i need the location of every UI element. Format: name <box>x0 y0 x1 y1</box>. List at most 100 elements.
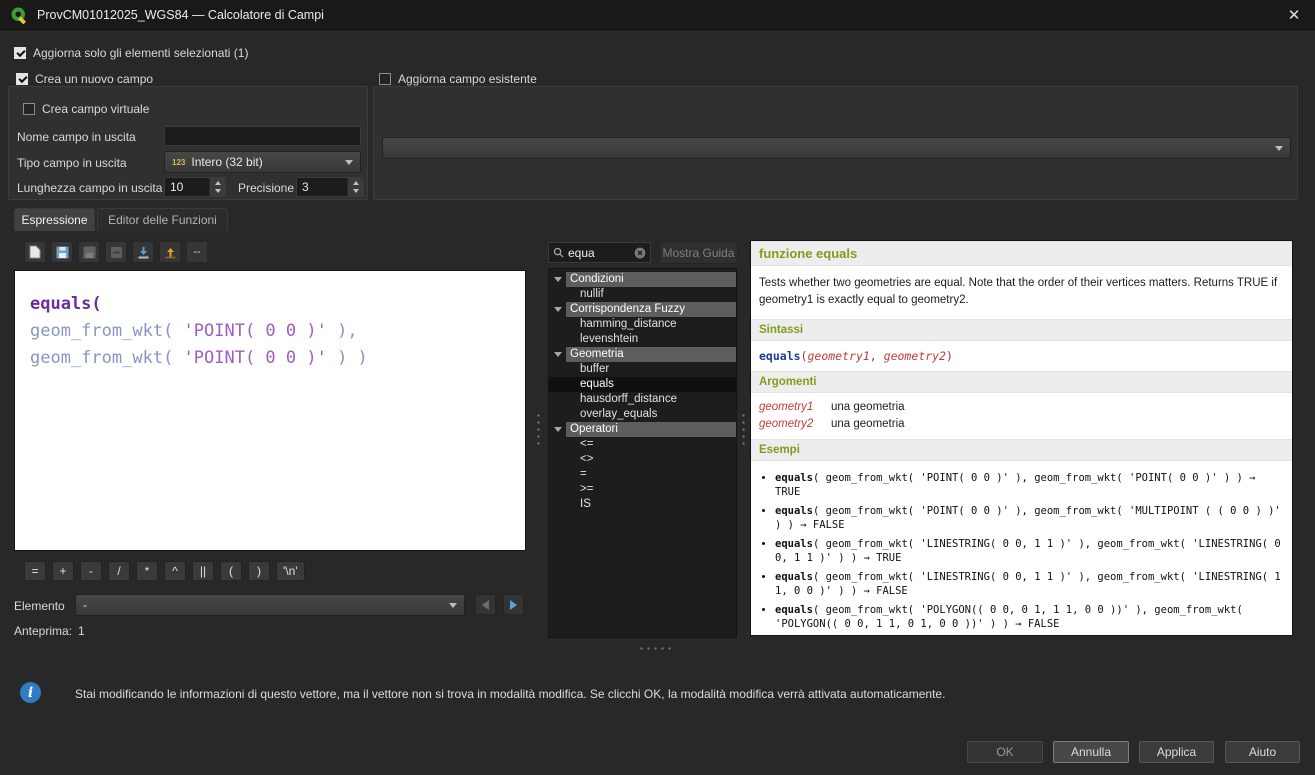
tree-item-eq[interactable]: = <box>549 467 736 482</box>
example-code: ( geom_from_wkt( 'LINESTRING( 0 0, 1 1 )… <box>775 571 1281 598</box>
tree-item-levenshtein[interactable]: levenshtein <box>549 332 736 347</box>
checkbox-unchecked-icon <box>379 73 391 85</box>
close-icon[interactable]: ✕ <box>1283 6 1305 24</box>
tree-group-corrispondenza-fuzzy[interactable]: Corrispondenza Fuzzy <box>549 302 736 317</box>
argument-name: geometry1 <box>759 399 831 416</box>
show-help-label: Mostra Guida <box>662 246 734 260</box>
prev-feature-button[interactable] <box>475 594 496 615</box>
comment-button[interactable]: -- <box>186 241 208 263</box>
tree-item-nullif[interactable]: nullif <box>549 287 736 302</box>
examples-heading-strip: Esempi <box>751 439 1292 461</box>
chevron-down-icon[interactable] <box>549 352 566 357</box>
import-expressions-button[interactable] <box>132 241 154 263</box>
clear-search-icon[interactable] <box>634 247 646 259</box>
op-equals-button[interactable]: = <box>24 561 46 581</box>
create-new-field-checkbox[interactable]: Crea un nuovo campo <box>16 72 153 86</box>
code-token: ) ) <box>327 348 368 368</box>
code-token: ( <box>163 321 183 341</box>
tree-item-buffer[interactable]: buffer <box>549 362 736 377</box>
chevron-down-icon[interactable] <box>549 277 566 282</box>
expression-editor[interactable]: equals( geom_from_wkt( 'POINT( 0 0 )' ),… <box>14 270 526 551</box>
elemento-select[interactable]: - <box>75 594 465 616</box>
tree-group-operatori[interactable]: Operatori <box>549 422 736 437</box>
splitter-right-handle[interactable] <box>741 412 746 446</box>
op-newline-button[interactable]: '\n' <box>276 561 305 581</box>
splitter-bottom-handle[interactable] <box>638 646 672 651</box>
titlebar[interactable]: ProvCM01012025_WGS84 — Calcolatore di Ca… <box>0 0 1315 30</box>
only-selected-checkbox[interactable]: Aggiorna solo gli elementi selezionati (… <box>14 46 248 60</box>
op-plus-button[interactable]: + <box>52 561 74 581</box>
tree-item-hamming-distance[interactable]: hamming_distance <box>549 317 736 332</box>
elemento-label: Elemento <box>14 599 65 613</box>
precision-label: Precisione <box>238 181 294 195</box>
op-minus-button[interactable]: - <box>80 561 102 581</box>
qgis-logo-icon <box>10 6 28 24</box>
field-type-select[interactable]: 123 Intero (32 bit) <box>164 151 361 173</box>
tree-item-is[interactable]: IS <box>549 497 736 512</box>
code-line: equals( <box>30 291 515 318</box>
search-value: equa <box>568 246 630 260</box>
remove-expression-button[interactable] <box>105 241 127 263</box>
code-token: 'POINT( 0 0 )' <box>184 348 327 368</box>
op-divide-button[interactable]: / <box>108 561 130 581</box>
edit-mode-warning: Stai modificando le informazioni di ques… <box>75 687 1255 701</box>
code-token: geom_from_wkt <box>30 348 163 368</box>
precision-spinner[interactable]: 3 <box>296 177 364 197</box>
op-power-button[interactable]: ^ <box>164 561 186 581</box>
chevron-down-icon[interactable] <box>549 427 566 432</box>
tree-item-neq[interactable]: <> <box>549 452 736 467</box>
code-token: 'POINT( 0 0 )' <box>184 321 327 341</box>
tab-label: Editor delle Funzioni <box>108 213 217 227</box>
chevron-down-icon[interactable] <box>549 307 566 312</box>
op-multiply-button[interactable]: * <box>136 561 158 581</box>
tab-label: Espressione <box>21 213 87 227</box>
tree-item-lte[interactable]: <= <box>549 437 736 452</box>
export-expressions-button[interactable] <box>159 241 181 263</box>
show-help-button[interactable]: Mostra Guida <box>659 241 738 264</box>
op-open-paren-button[interactable]: ( <box>220 561 242 581</box>
tree-item-overlay-equals[interactable]: overlay_equals <box>549 407 736 422</box>
code-token: ), <box>327 321 358 341</box>
help-title-strip: funzione equals <box>751 241 1292 266</box>
example-fn: equals <box>775 571 813 583</box>
output-name-input[interactable] <box>164 126 361 146</box>
delete-icon <box>110 246 123 259</box>
output-name-label: Nome campo in uscita <box>17 130 136 144</box>
op-close-paren-button[interactable]: ) <box>248 561 270 581</box>
syntax-paren: ) <box>946 349 953 363</box>
op-concat-button[interactable]: || <box>192 561 214 581</box>
length-spinner[interactable]: 10 <box>164 177 226 197</box>
example-item: equals( geom_from_wkt( 'LINESTRING( 0 0,… <box>775 537 1284 566</box>
virtual-field-checkbox[interactable]: Crea campo virtuale <box>23 102 149 116</box>
ok-button[interactable]: OK <box>967 741 1043 763</box>
edit-expression-button[interactable] <box>78 241 100 263</box>
spinner-arrows-icon[interactable] <box>209 178 225 196</box>
tree-item-hausdorff-distance[interactable]: hausdorff_distance <box>549 392 736 407</box>
tab-editor-funzioni[interactable]: Editor delle Funzioni <box>97 208 228 231</box>
comment-label: -- <box>193 246 200 258</box>
tree-item-gte[interactable]: >= <box>549 482 736 497</box>
tab-espressione[interactable]: Espressione <box>14 208 95 231</box>
apply-button[interactable]: Applica <box>1139 741 1214 763</box>
info-icon: i <box>20 682 41 703</box>
existing-field-select[interactable] <box>382 137 1291 159</box>
help-button[interactable]: Aiuto <box>1225 741 1300 763</box>
elemento-value: - <box>83 598 443 612</box>
checkbox-checked-icon <box>16 73 28 85</box>
save-edit-icon <box>83 246 96 259</box>
cancel-button[interactable]: Annulla <box>1053 741 1129 763</box>
example-fn: equals <box>775 538 813 550</box>
function-search-input[interactable]: equa <box>548 242 651 263</box>
tree-item-equals[interactable]: equals <box>549 377 736 392</box>
tree-group-geometria[interactable]: Geometria <box>549 347 736 362</box>
tree-group-condizioni[interactable]: Condizioni <box>549 272 736 287</box>
examples-list: equals( geom_from_wkt( 'POINT( 0 0 )' ),… <box>751 465 1292 637</box>
save-expression-button[interactable] <box>51 241 73 263</box>
chevron-down-icon <box>345 160 353 165</box>
example-item: equals( geom_from_wkt( 'POINT( 0 0 )' ),… <box>775 504 1284 533</box>
next-feature-button[interactable] <box>503 594 524 615</box>
spinner-arrows-icon[interactable] <box>347 178 363 196</box>
update-existing-field-checkbox[interactable]: Aggiorna campo esistente <box>379 72 537 86</box>
new-expression-button[interactable] <box>24 241 46 263</box>
splitter-left-handle[interactable] <box>536 412 541 446</box>
